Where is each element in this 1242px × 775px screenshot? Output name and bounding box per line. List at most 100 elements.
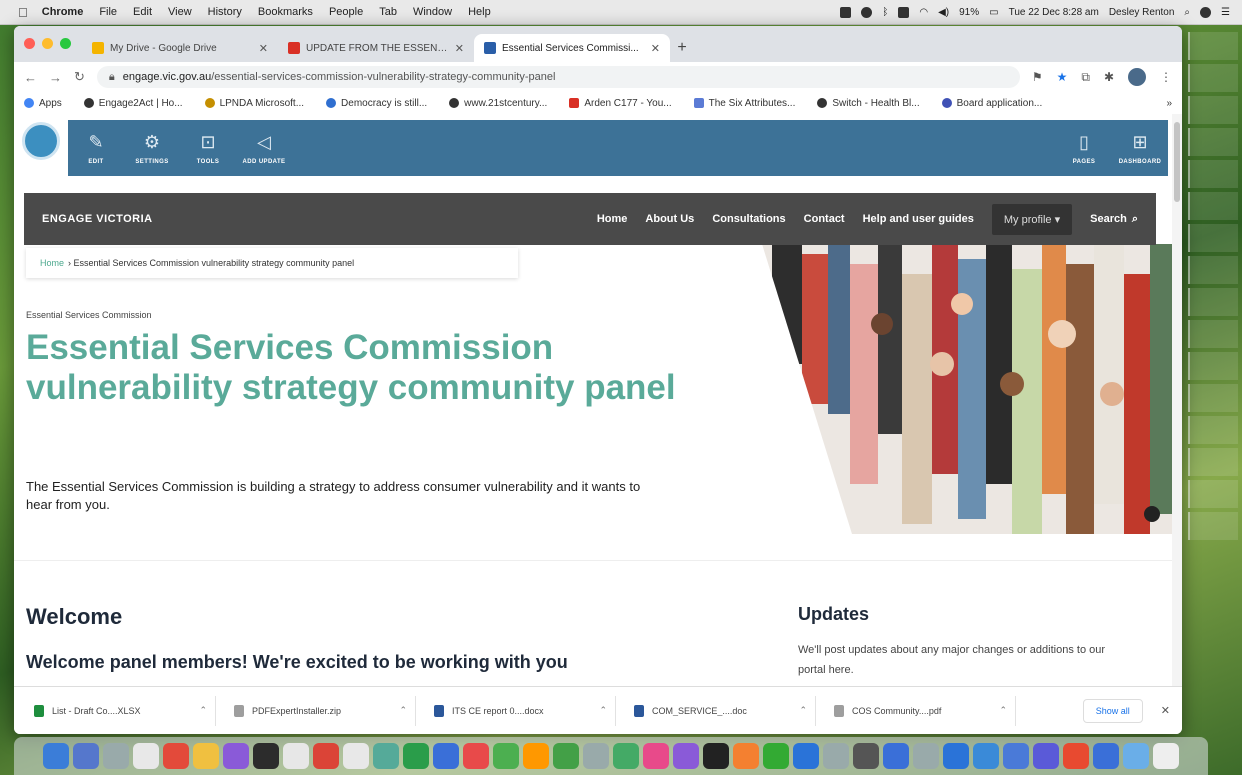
clock-app-icon[interactable] xyxy=(861,6,873,18)
dock-app-icon[interactable] xyxy=(643,743,669,769)
dock-app-icon[interactable] xyxy=(1123,743,1149,769)
nav-consultations[interactable]: Consultations xyxy=(712,213,785,225)
chevron-up-icon[interactable]: ⌃ xyxy=(999,705,1007,716)
dock-app-icon[interactable] xyxy=(103,743,129,769)
close-tab-icon[interactable]: ✕ xyxy=(651,42,660,55)
dock-app-icon[interactable] xyxy=(253,743,279,769)
nav-help-guides[interactable]: Help and user guides xyxy=(863,213,974,225)
address-bar[interactable]: 🔒︎ engage.vic.gov.au/essential-services-… xyxy=(96,66,1020,88)
organisation-label[interactable]: Essential Services Commission xyxy=(26,310,152,320)
zoom-window-button[interactable] xyxy=(60,38,71,49)
wifi-icon[interactable]: ◠ xyxy=(919,7,928,18)
dock-app-icon[interactable] xyxy=(523,743,549,769)
dock-app-icon[interactable] xyxy=(1153,743,1179,769)
dock-app-icon[interactable] xyxy=(733,743,759,769)
dock-app-icon[interactable] xyxy=(553,743,579,769)
menu-view[interactable]: View xyxy=(168,6,192,18)
new-tab-button[interactable]: + xyxy=(670,34,694,62)
dock-app-icon[interactable] xyxy=(163,743,189,769)
menu-people[interactable]: People xyxy=(329,6,363,18)
download-item[interactable]: COM_SERVICE_....doc ⌃ xyxy=(626,695,816,726)
download-item[interactable]: COS Community....pdf ⌃ xyxy=(826,695,1016,726)
tab-gmail-update[interactable]: UPDATE FROM THE ESSENTI... ✕ xyxy=(278,34,474,62)
menu-tab[interactable]: Tab xyxy=(379,6,397,18)
volume-icon[interactable]: ◀) xyxy=(938,7,949,18)
siri-icon[interactable] xyxy=(1200,6,1212,18)
back-icon[interactable]: ← xyxy=(24,70,37,85)
cms-add-update-button[interactable]: ◁ ADD UPDATE xyxy=(236,120,292,176)
minimize-window-button[interactable] xyxy=(42,38,53,49)
bookmark-democracy[interactable]: Democracy is still... xyxy=(326,98,427,109)
cms-pages-button[interactable]: ▯ PAGES xyxy=(1056,120,1112,176)
close-window-button[interactable] xyxy=(24,38,35,49)
bluetooth-icon[interactable]: ᛒ xyxy=(882,7,888,18)
dock-app-icon[interactable] xyxy=(313,743,339,769)
dock-app-icon[interactable] xyxy=(973,743,999,769)
dock-app-icon[interactable] xyxy=(1063,743,1089,769)
menu-help[interactable]: Help xyxy=(468,6,491,18)
nav-contact[interactable]: Contact xyxy=(804,213,845,225)
bookmark-lpnda[interactable]: LPNDA Microsoft... xyxy=(204,98,304,109)
dock-app-icon[interactable] xyxy=(673,743,699,769)
search-button[interactable]: Search ⌕ xyxy=(1090,213,1138,226)
bookmark-board-application[interactable]: Board application... xyxy=(941,98,1042,109)
dock-app-icon[interactable] xyxy=(703,743,729,769)
dock-app-icon[interactable] xyxy=(223,743,249,769)
bookmark-engage2act[interactable]: Engage2Act | Ho... xyxy=(83,98,183,109)
cms-settings-button[interactable]: ⚙ SETTINGS xyxy=(124,120,180,176)
cms-dashboard-button[interactable]: ⊞ DASHBOARD xyxy=(1112,120,1168,176)
chevron-up-icon[interactable]: ⌃ xyxy=(199,705,207,716)
scrollbar-thumb[interactable] xyxy=(1174,122,1180,202)
menu-file[interactable]: File xyxy=(99,6,117,18)
clock[interactable]: Tue 22 Dec 8:28 am xyxy=(1009,7,1099,18)
bookmark-21stcentury[interactable]: www.21stcentury... xyxy=(449,98,547,109)
status-app-icon[interactable] xyxy=(840,6,852,18)
dock-app-icon[interactable] xyxy=(193,743,219,769)
tab-essential-services[interactable]: Essential Services Commissi... ✕ xyxy=(474,34,670,62)
dock-app-icon[interactable] xyxy=(463,743,489,769)
download-item[interactable]: ITS CE report 0....docx ⌃ xyxy=(426,695,616,726)
dock-app-icon[interactable] xyxy=(823,743,849,769)
dock-app-icon[interactable] xyxy=(433,743,459,769)
puzzle-icon[interactable]: ✱ xyxy=(1104,70,1114,84)
display-icon[interactable] xyxy=(898,6,910,18)
bookmark-apps[interactable]: Apps xyxy=(24,98,62,109)
dock-app-icon[interactable] xyxy=(883,743,909,769)
menu-bookmarks[interactable]: Bookmarks xyxy=(258,6,313,18)
profile-avatar[interactable] xyxy=(1128,68,1146,86)
cms-tools-button[interactable]: ⊡ TOOLS xyxy=(180,120,236,176)
notification-center-icon[interactable]: ☰ xyxy=(1221,7,1230,18)
dock-app-icon[interactable] xyxy=(403,743,429,769)
spotlight-icon[interactable]: ⌕ xyxy=(1184,7,1190,18)
dock-app-icon[interactable] xyxy=(613,743,639,769)
dock-app-icon[interactable] xyxy=(43,743,69,769)
dock-app-icon[interactable] xyxy=(1093,743,1119,769)
cms-edit-button[interactable]: ✎ EDIT xyxy=(68,120,124,176)
menu-edit[interactable]: Edit xyxy=(133,6,152,18)
translate-icon[interactable]: ⚑ xyxy=(1032,70,1043,84)
dock-app-icon[interactable] xyxy=(943,743,969,769)
reload-icon[interactable]: ↻ xyxy=(74,69,85,85)
bookmark-arden[interactable]: Arden C177 - You... xyxy=(569,98,672,109)
engage-victoria-logo[interactable]: ENGAGE VICTORIA xyxy=(42,213,153,225)
battery-level[interactable]: 91% xyxy=(959,7,979,18)
nav-about-us[interactable]: About Us xyxy=(645,213,694,225)
dock-app-icon[interactable] xyxy=(853,743,879,769)
dock-app-icon[interactable] xyxy=(583,743,609,769)
my-profile-button[interactable]: My profile ▾ xyxy=(991,203,1073,235)
dock-app-icon[interactable] xyxy=(373,743,399,769)
chevron-up-icon[interactable]: ⌃ xyxy=(599,705,607,716)
bookmark-six-attributes[interactable]: The Six Attributes... xyxy=(693,98,795,109)
dock-app-icon[interactable] xyxy=(1003,743,1029,769)
menu-history[interactable]: History xyxy=(208,6,242,18)
chevron-up-icon[interactable]: ⌃ xyxy=(799,705,807,716)
chrome-menu-icon[interactable]: ⋮ xyxy=(1160,70,1172,84)
apple-icon[interactable]:  xyxy=(18,5,28,20)
menu-chrome[interactable]: Chrome xyxy=(42,6,84,18)
dock-app-icon[interactable] xyxy=(133,743,159,769)
download-item[interactable]: PDFExpertInstaller.zip ⌃ xyxy=(226,695,416,726)
bookmarks-overflow-icon[interactable]: » xyxy=(1166,98,1172,109)
dock-app-icon[interactable] xyxy=(763,743,789,769)
tab-google-drive[interactable]: My Drive - Google Drive ✕ xyxy=(82,34,278,62)
dock-app-icon[interactable] xyxy=(493,743,519,769)
